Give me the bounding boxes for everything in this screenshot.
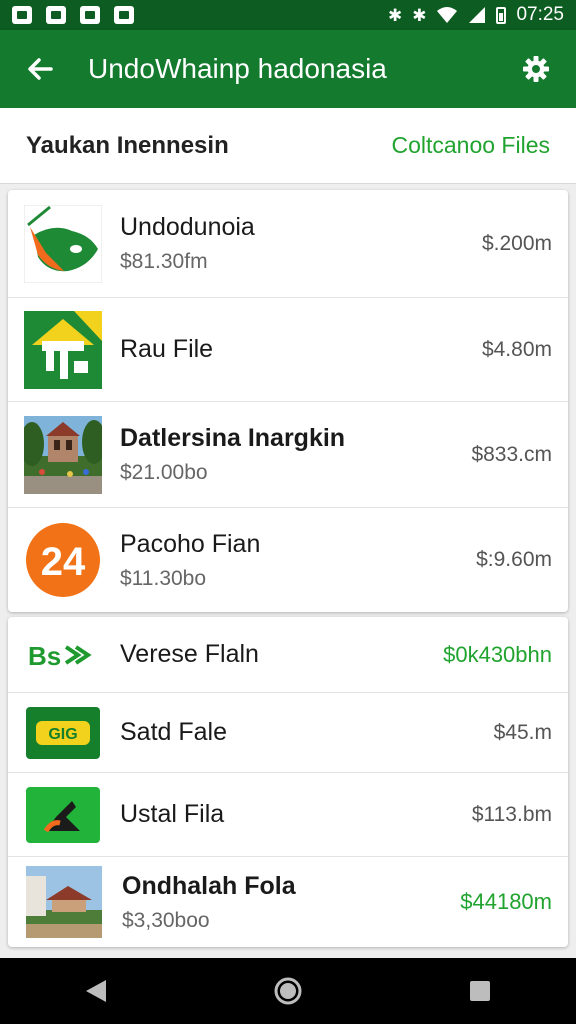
app-title: UndoWhainp hadonasia xyxy=(88,53,387,84)
app-bar: UndoWhainp hadonasia xyxy=(0,30,576,108)
image-icon xyxy=(80,6,100,24)
list-item[interactable]: Ondhalah Fola $3,30boo $44180m xyxy=(8,857,568,947)
item-price: $833.cm xyxy=(471,442,552,466)
item-price: $45.m xyxy=(493,720,552,744)
list-item[interactable]: Datlersina Inargkin $21.00bo $833.cm xyxy=(8,402,568,508)
item-name: Ondhalah Fola xyxy=(122,871,296,900)
house-logo-icon xyxy=(24,310,102,389)
item-price: $:9.60m xyxy=(476,548,552,571)
sim-icon xyxy=(46,6,66,24)
bluetooth-icon: ✱ xyxy=(387,5,403,25)
wifi-icon xyxy=(437,7,458,23)
section-header: Yaukan Inennesin Coltcanoo Files xyxy=(0,108,576,184)
system-nav-bar xyxy=(0,958,576,1024)
item-price: $44180m xyxy=(460,889,552,914)
file-list-card: Undodunoia $81.30fm $.200m Rau File $4.8… xyxy=(8,190,568,612)
section-title: Yaukan Inennesin xyxy=(26,131,229,159)
item-name: Rau File xyxy=(120,335,214,363)
status-bar-notifications xyxy=(12,6,134,24)
bs-glyph: Bs xyxy=(28,641,61,671)
status-bar: ✱ ✱ 07:25 xyxy=(0,0,576,30)
settings-button[interactable] xyxy=(514,47,558,91)
item-subtitle: $3,30boo xyxy=(122,908,210,932)
list-item[interactable]: Rau File $4.80m xyxy=(8,298,568,402)
item-price: $.200m xyxy=(481,231,552,255)
item-price: $0k430bhn xyxy=(443,641,552,667)
file-list-card: Bs Verese Flaln $0k430bhn GIG Satd Fale … xyxy=(8,617,568,947)
list-item[interactable]: GIG Satd Fale $45.m xyxy=(8,693,568,773)
item-subtitle: $21.00bo xyxy=(120,461,208,484)
nav-home-button[interactable] xyxy=(258,966,318,1016)
green-k-logo-icon xyxy=(26,786,100,843)
signal-icon xyxy=(469,7,486,23)
item-subtitle: $81.30fm xyxy=(120,250,208,273)
item-name: Ustal Fila xyxy=(120,800,225,828)
item-price: $113.bm xyxy=(471,802,552,826)
back-button[interactable] xyxy=(18,47,62,91)
flag-map-logo-icon xyxy=(23,204,103,283)
item-name: Datlersina Inargkin xyxy=(120,424,346,452)
item-subtitle: $11.30bo xyxy=(120,566,207,590)
item-name: Pacoho Fian xyxy=(120,529,261,558)
gallery-icon xyxy=(114,6,134,24)
gia-logo-icon: GIG xyxy=(26,706,100,759)
recents-nav-icon xyxy=(470,981,490,1001)
list-item[interactable]: Bs Verese Flaln $0k430bhn xyxy=(8,617,568,693)
list-item[interactable]: Ustal Fila $113.bm xyxy=(8,773,568,857)
number-24-logo-icon: 24 xyxy=(24,521,102,599)
bs-logo-icon: Bs xyxy=(26,629,100,681)
status-bar-system: ✱ ✱ 07:25 xyxy=(388,4,564,26)
gear-icon xyxy=(523,56,549,82)
nav-recents-button[interactable] xyxy=(450,966,510,1016)
nav-back-button[interactable] xyxy=(66,966,126,1016)
list-item[interactable]: 24 Pacoho Fian $11.30bo $:9.60m xyxy=(8,508,568,612)
temple-photo-icon xyxy=(20,415,106,494)
home-nav-icon xyxy=(274,977,302,1005)
list-item[interactable]: Undodunoia $81.30fm $.200m xyxy=(8,190,568,298)
photo-icon xyxy=(12,6,32,24)
item-price: $4.80m xyxy=(481,337,552,361)
status-time: 07:25 xyxy=(516,4,564,25)
collection-files-link[interactable]: Coltcanoo Files xyxy=(391,132,550,159)
item-name: Satd Fale xyxy=(120,718,228,746)
bluetooth-icon: ✱ xyxy=(412,5,427,25)
back-nav-icon xyxy=(86,980,106,1002)
item-name: Undodunoia xyxy=(120,213,255,241)
arrow-left-icon xyxy=(28,58,53,80)
pavilion-photo-icon xyxy=(26,866,102,938)
number-24-glyph: 24 xyxy=(41,540,86,584)
battery-icon xyxy=(496,6,507,24)
gia-glyph: GIG xyxy=(48,726,77,743)
item-name: Verese Flaln xyxy=(120,640,259,668)
